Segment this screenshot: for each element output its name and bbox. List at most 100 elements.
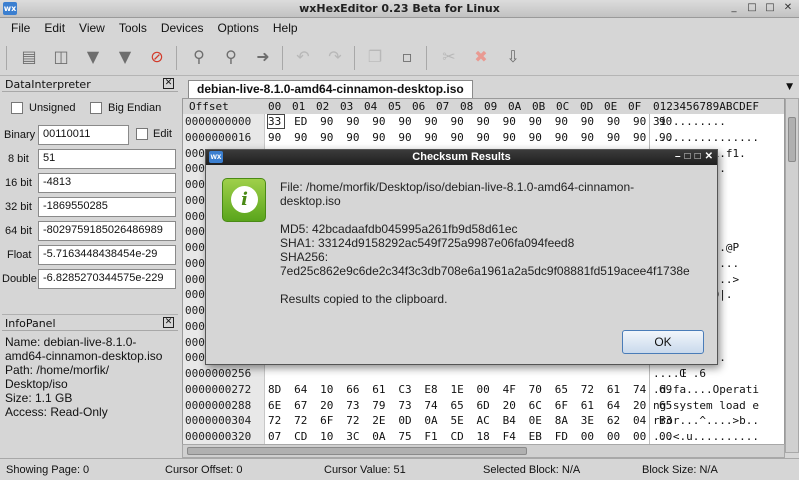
status-selected-block: Selected Block: N/A <box>483 464 581 476</box>
row-ascii[interactable]: 3í ........ <box>653 115 726 128</box>
info-path-line-2: Desktop/iso <box>5 377 68 391</box>
8bit-field[interactable]: 51 <box>38 149 176 169</box>
toolbar-separator <box>354 46 355 70</box>
vertical-scrollbar[interactable] <box>785 98 799 453</box>
info-panel-header: InfoPanel ✕ <box>2 315 178 331</box>
row-ascii[interactable]: ng system load e <box>653 399 759 412</box>
copy-icon[interactable]: ❐ <box>364 46 386 68</box>
dialog-sha256-label: SHA256: <box>280 250 329 264</box>
column-header: 00 <box>268 100 282 113</box>
scrollbar-thumb[interactable] <box>187 447 527 455</box>
minimize-icon[interactable]: – <box>675 150 681 164</box>
ok-button[interactable]: OK <box>622 330 704 354</box>
row-offset: 0000000016 <box>185 130 252 144</box>
64bit-label: 64 bit <box>5 225 32 237</box>
dialog-titlebar: wx Checksum Results – □ □ ✕ <box>206 150 717 165</box>
binary-field[interactable]: 00110011 <box>38 125 129 145</box>
32bit-field[interactable]: -1869550285 <box>38 197 176 217</box>
close-icon[interactable]: ✕ <box>781 2 795 15</box>
column-header: 0F <box>628 100 642 113</box>
row-ascii[interactable]: ................ <box>653 131 759 144</box>
new-file-icon[interactable]: ▤ <box>18 46 40 68</box>
paste-icon[interactable]: ▫ <box>396 46 418 68</box>
info-panel-title: InfoPanel <box>5 317 56 330</box>
close-file-icon[interactable]: ⊘ <box>146 46 168 68</box>
menu-view[interactable]: View <box>72 18 112 40</box>
redo-icon[interactable]: ↷ <box>324 46 346 68</box>
window-title: wxHexEditor 0.23 Beta for Linux <box>299 2 500 15</box>
tab-file[interactable]: debian-live-8.1.0-amd64-cinnamon-desktop… <box>188 80 473 98</box>
row-hex[interactable]: 07 CD 10 3C 0A 75 F1 CD 18 F4 EB FD 00 0… <box>268 430 672 443</box>
info-size-line: Size: 1.1 GB <box>5 391 73 405</box>
toolbar-grip <box>6 46 7 70</box>
row-ascii[interactable]: ...<.u.......... <box>653 430 759 443</box>
edit-checkbox[interactable] <box>136 128 148 140</box>
unsigned-checkbox[interactable] <box>11 102 23 114</box>
menu-help[interactable]: Help <box>266 18 305 40</box>
dialog-file-line: File: /home/morfik/Desktop/iso/debian-li… <box>280 180 635 194</box>
status-page: Showing Page: 0 <box>6 464 90 476</box>
menu-file[interactable]: File <box>4 18 37 40</box>
row-ascii[interactable]: rror...^....>b.. <box>653 414 759 427</box>
open-file-icon[interactable]: ◫ <box>50 46 72 68</box>
row-hex[interactable]: 72 72 6F 72 2E 0D 0A 5E AC B4 0E 8A 3E 6… <box>268 414 672 427</box>
unsigned-label: Unsigned <box>29 102 76 114</box>
menu-edit[interactable]: Edit <box>37 18 72 40</box>
column-header: 07 <box>436 100 450 113</box>
info-icon: i <box>222 178 266 222</box>
close-icon[interactable]: ✕ <box>705 150 713 164</box>
insert-icon[interactable]: ⇩ <box>502 46 524 68</box>
maximize-icon[interactable]: □ <box>695 150 701 164</box>
menu-tools[interactable]: Tools <box>112 18 154 40</box>
minimize-icon[interactable]: _ <box>727 2 741 15</box>
panel-close-icon[interactable]: ✕ <box>163 317 174 328</box>
toolbar-separator <box>426 46 427 70</box>
scrollbar-thumb[interactable] <box>788 117 796 162</box>
search-icon[interactable]: ⚲ <box>188 46 210 68</box>
delete-icon[interactable]: ✖ <box>470 46 492 68</box>
checksum-dialog: wx Checksum Results – □ □ ✕ i File: /hom… <box>205 149 718 365</box>
horizontal-scrollbar[interactable] <box>182 444 785 458</box>
row-ascii[interactable]: .d.fa....Operati <box>653 383 759 396</box>
save-as-icon[interactable]: ▼ <box>114 46 136 68</box>
dialog-copied-message: Results copied to the clipboard. <box>280 292 448 306</box>
chevron-down-icon[interactable]: ▼ <box>786 82 793 92</box>
double-field[interactable]: -6.8285270344575e-229 <box>38 269 176 289</box>
64bit-field[interactable]: -8029759185026486989 <box>38 221 176 241</box>
column-header: 0E <box>604 100 618 113</box>
replace-icon[interactable]: ⚲ <box>220 46 242 68</box>
row-hex[interactable]: 6E 67 20 73 79 73 74 65 6D 20 6C 6F 61 6… <box>268 399 672 412</box>
restore-icon[interactable]: □ <box>685 150 691 164</box>
panel-close-icon[interactable]: ✕ <box>163 78 174 89</box>
status-block-size: Block Size: N/A <box>642 464 718 476</box>
row-ascii[interactable]: ....Œ .6 <box>653 367 706 380</box>
column-header: 0A <box>508 100 522 113</box>
dialog-sha256: 7ed25c862e9c6de2c34f3c3db708e6a1961a2a5d… <box>280 264 690 278</box>
undo-icon[interactable]: ↶ <box>292 46 314 68</box>
8bit-label: 8 bit <box>8 153 29 165</box>
row-hex[interactable]: 90 90 90 90 90 90 90 90 90 90 90 90 90 9… <box>268 131 672 144</box>
goto-icon[interactable]: ➜ <box>252 46 274 68</box>
save-icon[interactable]: ▼ <box>82 46 104 68</box>
float-field[interactable]: -5.7163448438454e-29 <box>38 245 176 265</box>
row-hex[interactable]: 8D 64 10 66 61 C3 E8 1E 00 4F 70 65 72 6… <box>268 383 672 396</box>
tab-bar: debian-live-8.1.0-amd64-cinnamon-desktop… <box>182 78 799 98</box>
menu-options[interactable]: Options <box>211 18 266 40</box>
restore-icon[interactable]: □ <box>745 2 759 15</box>
info-name-line: Name: debian-live-8.1.0- <box>5 335 137 349</box>
offset-header: Offset <box>189 100 229 113</box>
status-cursor-offset: Cursor Offset: 0 <box>165 464 243 476</box>
column-header: 04 <box>364 100 378 113</box>
menu-devices[interactable]: Devices <box>154 18 211 40</box>
row-hex[interactable]: 33 ED 90 90 90 90 90 90 90 90 90 90 90 9… <box>268 115 672 128</box>
column-header: 06 <box>412 100 426 113</box>
app-icon: wx <box>209 151 223 163</box>
cut-icon[interactable]: ✂ <box>438 46 460 68</box>
column-header: 05 <box>388 100 402 113</box>
big-endian-checkbox[interactable] <box>90 102 102 114</box>
column-header: 0C <box>556 100 570 113</box>
maximize-icon[interactable]: □ <box>763 2 777 15</box>
big-endian-label: Big Endian <box>108 102 162 114</box>
16bit-field[interactable]: -4813 <box>38 173 176 193</box>
hex-header: Offset 00 01 02 03 04 05 06 07 08 09 0A … <box>183 99 784 114</box>
